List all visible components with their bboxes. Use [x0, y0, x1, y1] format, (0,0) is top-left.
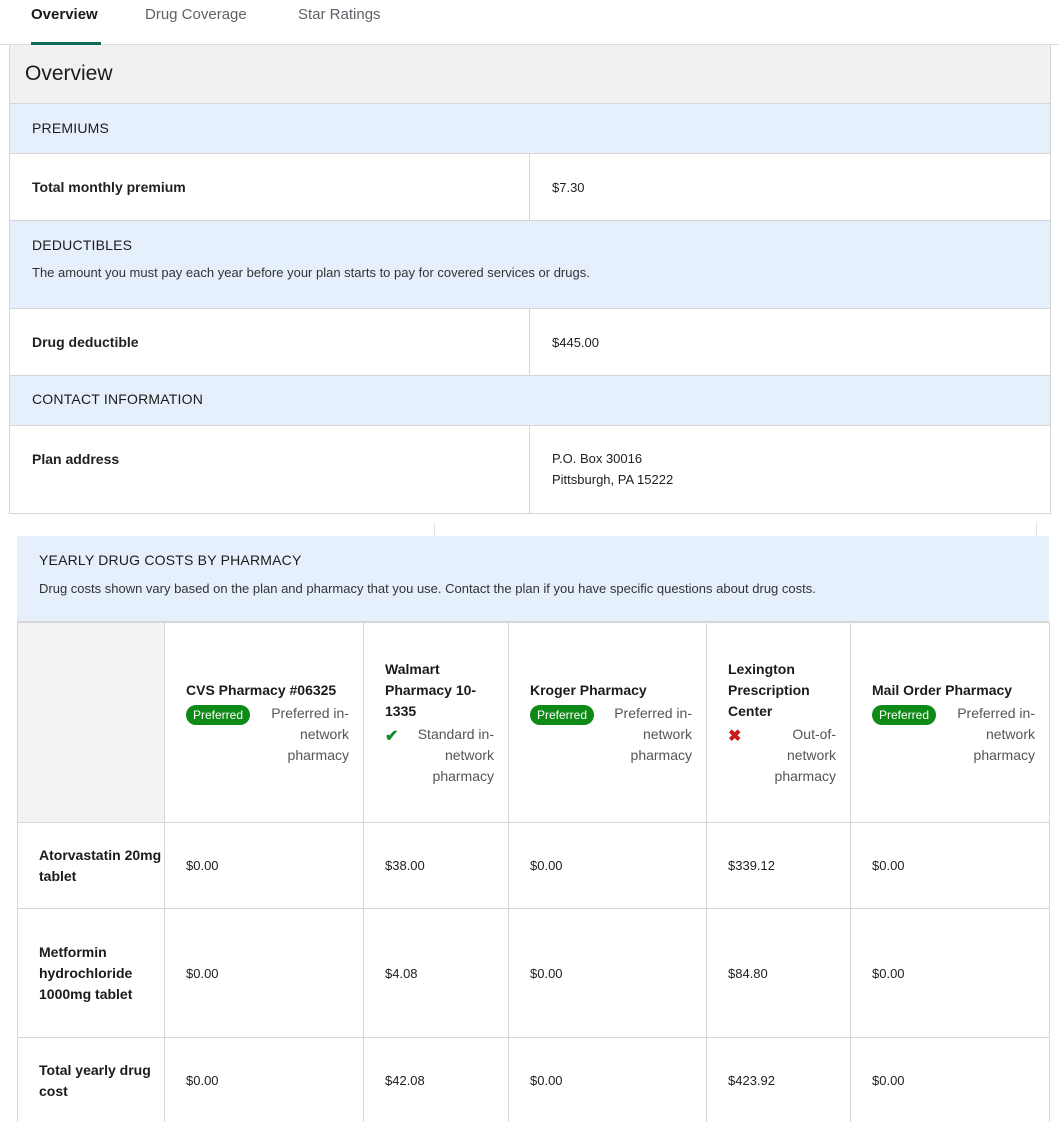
- pharmacy-name: Walmart Pharmacy 10-1335: [385, 660, 477, 719]
- check-icon: ✔: [385, 727, 399, 745]
- network-status: Out-of-network pharmacy: [774, 725, 836, 784]
- network-status: Standard in-network pharmacy: [417, 725, 494, 784]
- network-status: Preferred in-network pharmacy: [957, 704, 1035, 763]
- premium-value: $7.30: [552, 180, 585, 195]
- deductible-value: $445.00: [552, 335, 599, 350]
- cost-cell: $0.00: [850, 908, 1050, 1038]
- deductibles-heading: DEDUCTIBLES: [32, 237, 133, 253]
- pharmacy-name: CVS Pharmacy #06325: [186, 681, 337, 698]
- total-cell: $42.08: [363, 1037, 509, 1122]
- drug-costs-table: CVS Pharmacy #06325 Preferred Preferred …: [17, 622, 1050, 1122]
- table-row: Metformin hydrochloride 1000mg tablet $0…: [17, 908, 1050, 1038]
- overview-card: Overview PREMIUMS Total monthly premium …: [9, 45, 1051, 514]
- deductibles-description: The amount you must pay each year before…: [32, 265, 590, 280]
- cost-cell: $0.00: [164, 822, 364, 909]
- network-status: Preferred in-network pharmacy: [271, 704, 349, 763]
- tab-bar: Overview Drug Coverage Star Ratings: [0, 0, 1059, 46]
- drug-costs-section: YEARLY DRUG COSTS BY PHARMACY Drug costs…: [17, 536, 1050, 1122]
- premiums-heading: PREMIUMS: [32, 120, 110, 136]
- total-cell: $423.92: [706, 1037, 851, 1122]
- pharmacy-header-cvs: CVS Pharmacy #06325 Preferred Preferred …: [164, 622, 364, 823]
- pharmacy-name: Mail Order Pharmacy: [872, 681, 1013, 698]
- address-line-1: P.O. Box 30016: [552, 451, 643, 466]
- cost-cell: $339.12: [706, 822, 851, 909]
- cost-cell: $0.00: [508, 908, 707, 1038]
- cost-cell: $84.80: [706, 908, 851, 1038]
- divider-stub: [1036, 522, 1037, 536]
- network-status: Preferred in-network pharmacy: [614, 704, 692, 763]
- pharmacy-header-lexington: Lexington Prescription Center ✖ Out-of-n…: [706, 622, 851, 823]
- preferred-badge: Preferred: [872, 704, 937, 725]
- table-row: Atorvastatin 20mg tablet $0.00 $38.00 $0…: [17, 822, 1050, 909]
- drug-costs-description: Drug costs shown vary based on the plan …: [39, 581, 816, 596]
- pharmacy-header-mail-order: Mail Order Pharmacy Preferred Preferred …: [850, 622, 1050, 823]
- table-corner: [17, 622, 165, 823]
- divider-stub: [434, 522, 435, 536]
- pharmacy-header-kroger: Kroger Pharmacy Preferred Preferred in-n…: [508, 622, 707, 823]
- drug-costs-heading-section: YEARLY DRUG COSTS BY PHARMACY Drug costs…: [17, 536, 1049, 622]
- total-cell: $0.00: [508, 1037, 707, 1122]
- preferred-badge: Preferred: [530, 704, 595, 725]
- total-cell: $0.00: [850, 1037, 1050, 1122]
- tab-drug-coverage[interactable]: Drug Coverage: [145, 6, 247, 45]
- pharmacy-name: Kroger Pharmacy: [530, 681, 647, 698]
- cost-cell: $0.00: [508, 822, 707, 909]
- pharmacy-header-walmart: Walmart Pharmacy 10-1335 ✔ Standard in-n…: [363, 622, 509, 823]
- cost-cell: $0.00: [850, 822, 1050, 909]
- cost-cell: $38.00: [363, 822, 509, 909]
- address-value: P.O. Box 30016 Pittsburgh, PA 15222: [530, 426, 1050, 514]
- address-row: Plan address P.O. Box 30016 Pittsburgh, …: [10, 426, 1050, 514]
- total-row: Total yearly drug cost $0.00 $42.08 $0.0…: [17, 1037, 1050, 1122]
- pharmacy-name: Lexington Prescription Center: [728, 660, 810, 719]
- preferred-badge: Preferred: [186, 704, 251, 725]
- deductible-label: Drug deductible: [10, 309, 530, 375]
- contact-heading: CONTACT INFORMATION: [32, 391, 204, 407]
- x-icon: ✖: [728, 727, 742, 745]
- total-label: Total yearly drug cost: [17, 1037, 165, 1122]
- deductibles-heading-section: DEDUCTIBLES The amount you must pay each…: [10, 221, 1050, 309]
- drug-costs-heading: YEARLY DRUG COSTS BY PHARMACY: [39, 552, 302, 568]
- deductible-row: Drug deductible $445.00: [10, 309, 1050, 376]
- total-cell: $0.00: [164, 1037, 364, 1122]
- cost-cell: $0.00: [164, 908, 364, 1038]
- premiums-heading-section: PREMIUMS: [10, 104, 1050, 154]
- cost-cell: $4.08: [363, 908, 509, 1038]
- drug-name: Metformin hydrochloride 1000mg tablet: [17, 908, 165, 1038]
- tab-overview[interactable]: Overview: [31, 6, 101, 46]
- premium-label: Total monthly premium: [10, 154, 530, 220]
- drug-name: Atorvastatin 20mg tablet: [17, 822, 165, 909]
- premium-row: Total monthly premium $7.30: [10, 154, 1050, 221]
- contact-heading-section: CONTACT INFORMATION: [10, 376, 1050, 426]
- address-label: Plan address: [10, 426, 530, 514]
- address-line-2: Pittsburgh, PA 15222: [552, 472, 674, 487]
- overview-title: Overview: [10, 45, 1050, 104]
- tab-star-ratings[interactable]: Star Ratings: [298, 6, 381, 45]
- pharmacy-header-row: CVS Pharmacy #06325 Preferred Preferred …: [17, 622, 1050, 823]
